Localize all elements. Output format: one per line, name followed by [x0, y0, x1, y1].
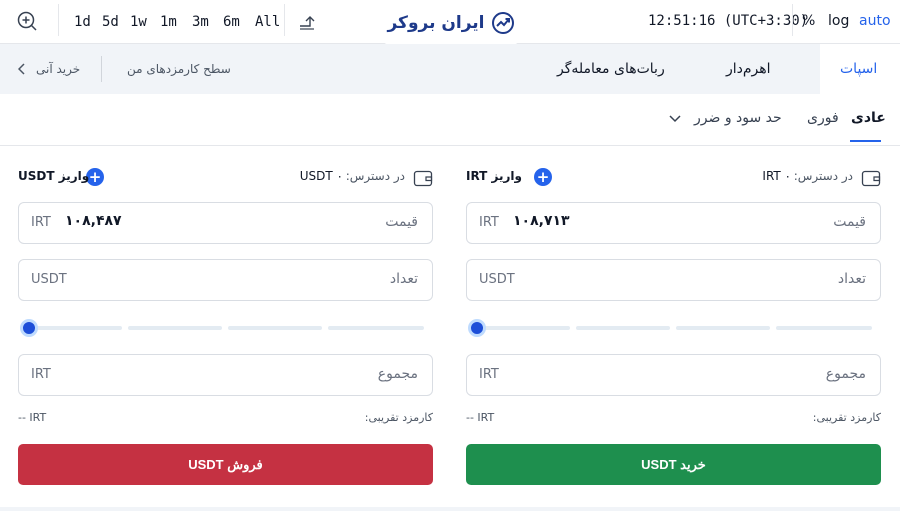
- sell-amount-input[interactable]: تعداد USDT: [18, 259, 433, 301]
- tab-trading-bots[interactable]: ربات‌های معامله‌گر: [557, 61, 665, 77]
- toolbar-divider: [792, 4, 793, 36]
- timeframe-6m[interactable]: 6m: [223, 14, 240, 30]
- buy-panel: در دسترس: IRT ۰ + واریز IRT قیمت ۱۰۸,۷۱۳…: [466, 146, 881, 496]
- sell-amount-slider[interactable]: [18, 318, 433, 338]
- sell-available-amount: USDT ۰: [299, 169, 343, 183]
- sell-price-label: قیمت: [385, 214, 418, 230]
- timeframe-5d[interactable]: 5d: [102, 14, 119, 30]
- slider-segment: [128, 326, 222, 330]
- buy-amount-label: تعداد: [837, 271, 866, 287]
- sell-total-input[interactable]: مجموع IRT: [18, 354, 433, 396]
- trade-nav: اسپات اهرم‌دار ربات‌های معامله‌گر سطح کا…: [0, 44, 900, 94]
- buy-fee-label: کارمزد تقریبی:: [812, 411, 881, 424]
- buy-total-label: مجموع: [825, 366, 866, 382]
- chevron-left-icon[interactable]: [18, 63, 26, 75]
- slider-handle[interactable]: [20, 319, 38, 337]
- sell-total-label: مجموع: [377, 366, 418, 382]
- slider-segment: [676, 326, 770, 330]
- sell-fee-value: -- IRT: [18, 411, 47, 424]
- chevron-down-icon[interactable]: [668, 113, 682, 125]
- slider-handle[interactable]: [468, 319, 486, 337]
- buy-price-value: ۱۰۸,۷۱۳: [513, 213, 570, 229]
- toolbar-divider: [284, 4, 285, 36]
- wallet-icon: [413, 170, 433, 187]
- sell-price-input[interactable]: قیمت ۱۰۸,۴۸۷ IRT: [18, 202, 433, 244]
- sell-usdt-button[interactable]: فروش USDT: [18, 444, 433, 485]
- buy-available-row: در دسترس: IRT ۰ + واریز IRT: [466, 166, 881, 190]
- sell-available-row: در دسترس: USDT ۰ + واریز USDT: [18, 166, 433, 190]
- order-type-instant[interactable]: فوری: [807, 110, 839, 126]
- buy-amount-input[interactable]: تعداد USDT: [466, 259, 881, 301]
- buy-total-input[interactable]: مجموع IRT: [466, 354, 881, 396]
- slider-segment: [328, 326, 424, 330]
- plus-circle-icon[interactable]: +: [534, 168, 552, 186]
- logo-text: ایران بروکر: [387, 13, 485, 33]
- buy-price-unit: IRT: [479, 215, 499, 230]
- zoom-in-icon[interactable]: [16, 10, 38, 32]
- buy-deposit-link[interactable]: واریز IRT: [466, 169, 522, 183]
- order-type-normal[interactable]: عادی: [851, 110, 886, 126]
- slider-segment: [576, 326, 670, 330]
- timeframe-1d[interactable]: 1d: [74, 14, 91, 30]
- slider-segment: [480, 326, 570, 330]
- order-type-tp-sl[interactable]: حد سود و ضرر: [694, 110, 782, 126]
- buy-available-amount: IRT ۰: [762, 169, 791, 183]
- buy-usdt-button[interactable]: خرید USDT: [466, 444, 881, 485]
- undo-icon[interactable]: [296, 12, 318, 32]
- slider-segment: [228, 326, 322, 330]
- logo: ایران بروکر: [378, 0, 524, 46]
- sell-price-value: ۱۰۸,۴۸۷: [65, 213, 122, 229]
- tab-spot[interactable]: اسپات: [840, 61, 877, 77]
- log-scale-toggle[interactable]: log: [828, 13, 849, 29]
- trend-up-logo-icon: [491, 12, 514, 34]
- order-type-tabs: عادی فوری حد سود و ضرر: [0, 94, 900, 146]
- chart-toolbar: 1d 5d 1w 1m 3m 6m All ایران بروکر 12:51:…: [0, 0, 900, 46]
- buy-amount-slider[interactable]: [466, 318, 881, 338]
- slider-segment: [776, 326, 872, 330]
- fee-level-link[interactable]: سطح کارمزدهای من: [127, 62, 231, 76]
- timeframe-1m[interactable]: 1m: [160, 14, 177, 30]
- chart-clock: 12:51:16 (UTC+3:30): [648, 13, 809, 29]
- instant-buy-link[interactable]: خرید آنی: [36, 62, 80, 76]
- timeframe-3m[interactable]: 3m: [192, 14, 209, 30]
- sell-deposit-link[interactable]: واریز USDT: [18, 169, 89, 183]
- bottom-border: [0, 507, 900, 511]
- sell-fee-label: کارمزد تقریبی:: [364, 411, 433, 424]
- sell-total-unit: IRT: [31, 367, 51, 382]
- sell-amount-unit: USDT: [31, 272, 67, 287]
- percent-scale-toggle[interactable]: %: [802, 13, 815, 29]
- timeframe-1w[interactable]: 1w: [130, 14, 147, 30]
- sell-amount-label: تعداد: [389, 271, 418, 287]
- timeframe-all[interactable]: All: [255, 14, 280, 30]
- buy-fee-row: کارمزد تقریبی: -- IRT: [466, 410, 881, 428]
- sell-panel: در دسترس: USDT ۰ + واریز USDT قیمت ۱۰۸,۴…: [18, 146, 433, 496]
- slider-segment: [32, 326, 122, 330]
- sell-fee-row: کارمزد تقریبی: -- IRT: [18, 410, 433, 428]
- buy-total-unit: IRT: [479, 367, 499, 382]
- buy-price-label: قیمت: [833, 214, 866, 230]
- nav-divider: [101, 56, 102, 82]
- sell-price-unit: IRT: [31, 215, 51, 230]
- order-type-underline: [850, 140, 881, 142]
- auto-scale-toggle[interactable]: auto: [859, 13, 891, 29]
- buy-fee-value: -- IRT: [466, 411, 495, 424]
- tab-margin[interactable]: اهرم‌دار: [726, 61, 771, 77]
- buy-price-input[interactable]: قیمت ۱۰۸,۷۱۳ IRT: [466, 202, 881, 244]
- toolbar-divider: [58, 4, 59, 36]
- sell-available-label: در دسترس:: [345, 169, 405, 183]
- wallet-icon: [861, 170, 881, 187]
- buy-available-label: در دسترس:: [793, 169, 853, 183]
- buy-amount-unit: USDT: [479, 272, 515, 287]
